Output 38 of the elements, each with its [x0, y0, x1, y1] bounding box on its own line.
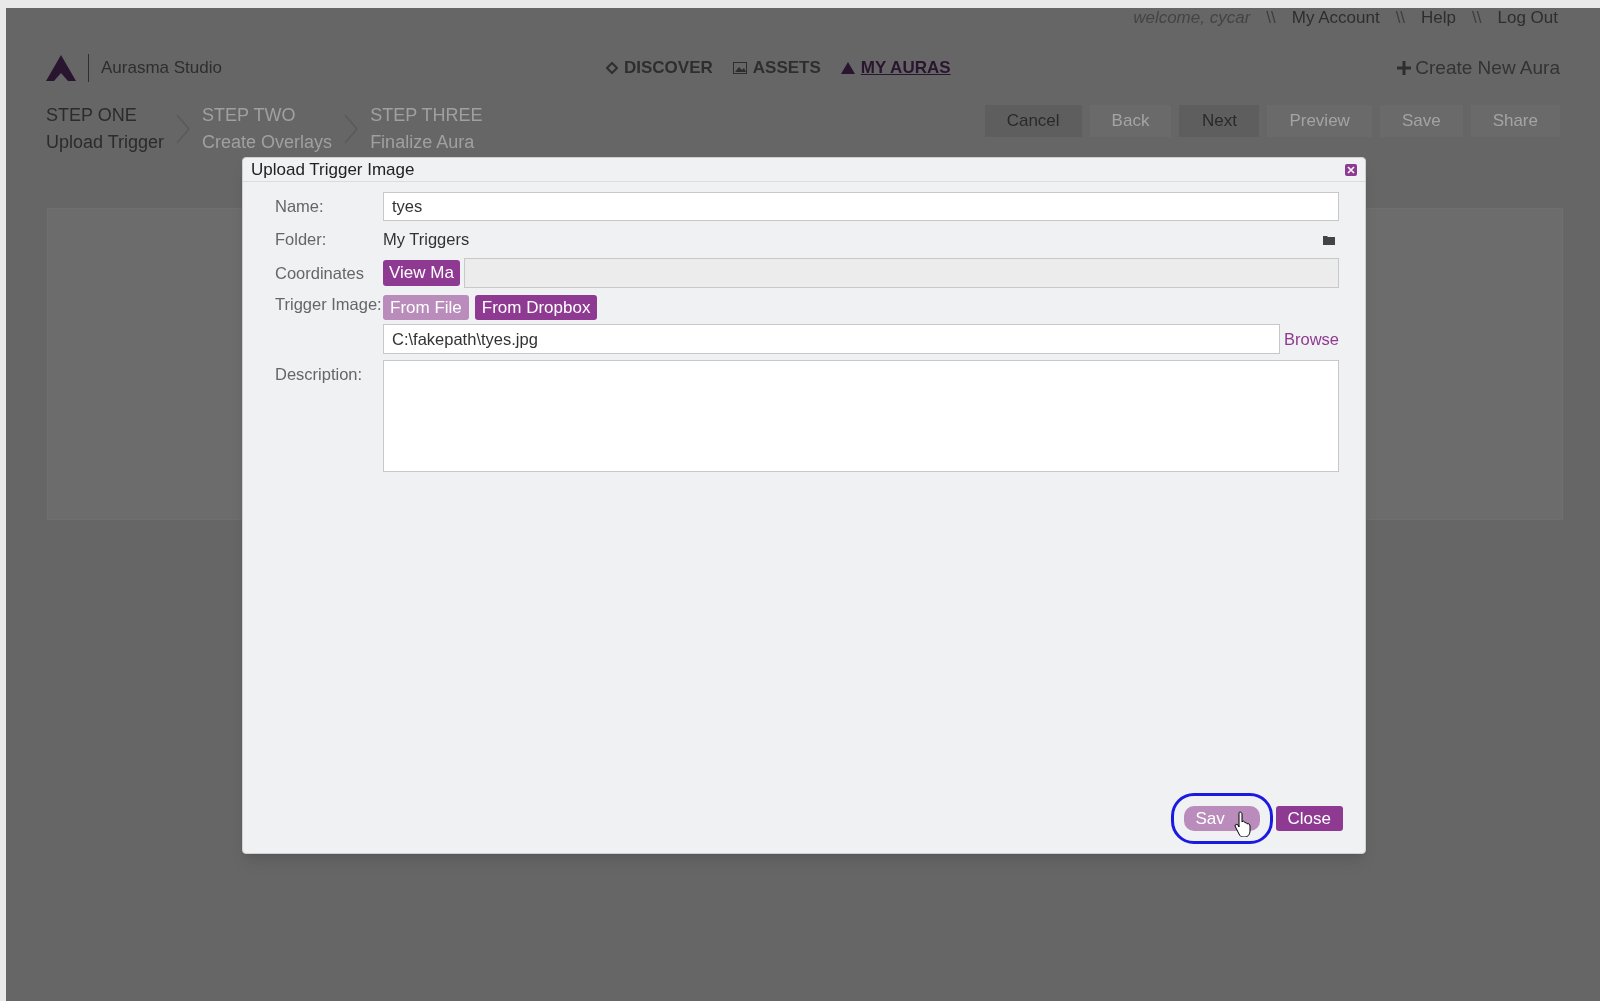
step-tab[interactable]: STEP THREE Finalize Aura: [370, 102, 483, 156]
image-icon: [732, 62, 747, 74]
folder-value: My Triggers: [383, 229, 470, 251]
hand-cursor-icon: [1233, 810, 1254, 837]
source-button[interactable]: From Dropbox: [474, 295, 598, 320]
header-link[interactable]: Help: [1421, 5, 1457, 31]
field-label: Folder:: [275, 229, 328, 251]
dialog-button[interactable]: Sav: [1183, 806, 1260, 831]
source-button[interactable]: From File: [383, 295, 469, 320]
file-path-field[interactable]: C:\fakepath\tyes.jpg: [383, 324, 1280, 354]
step-tab[interactable]: STEP TWO Create Overlays: [202, 102, 333, 156]
field-label: Coordinates: [275, 262, 365, 284]
folder-icon[interactable]: [1323, 234, 1335, 245]
separator-text: \\: [1266, 7, 1276, 30]
plus-icon: [1397, 61, 1412, 75]
browse-link[interactable]: Browse: [1283, 326, 1339, 352]
field-label: Name:: [275, 195, 325, 217]
close-icon[interactable]: [1345, 163, 1357, 176]
triangle-icon: [840, 62, 855, 74]
separator-text: \\: [1472, 7, 1482, 30]
diamond-icon: [606, 62, 618, 74]
name-field[interactable]: tyes: [383, 191, 1339, 221]
description-field[interactable]: [383, 360, 1339, 472]
dialog-title: Upload Trigger Image: [251, 158, 415, 181]
separator-text: \\: [1395, 7, 1406, 30]
field-label: Description:: [275, 364, 364, 385]
dialog-button[interactable]: Close: [1275, 806, 1343, 831]
nav-link[interactable]: DISCOVER: [624, 55, 713, 81]
header-link[interactable]: My Account: [1291, 5, 1380, 31]
field-label: Trigger Image:: [275, 295, 383, 315]
view-map-button[interactable]: View Ma: [383, 260, 460, 286]
logo-text: Aurasma Studio: [101, 57, 222, 80]
nav-link[interactable]: MY AURAS: [860, 55, 951, 81]
header-link[interactable]: Log Out: [1497, 5, 1558, 31]
coordinates-field[interactable]: [463, 258, 1339, 288]
step-tab[interactable]: STEP ONE Upload Trigger: [46, 102, 165, 156]
logo-icon: [46, 55, 76, 81]
nav-link[interactable]: ASSETS: [752, 55, 821, 81]
